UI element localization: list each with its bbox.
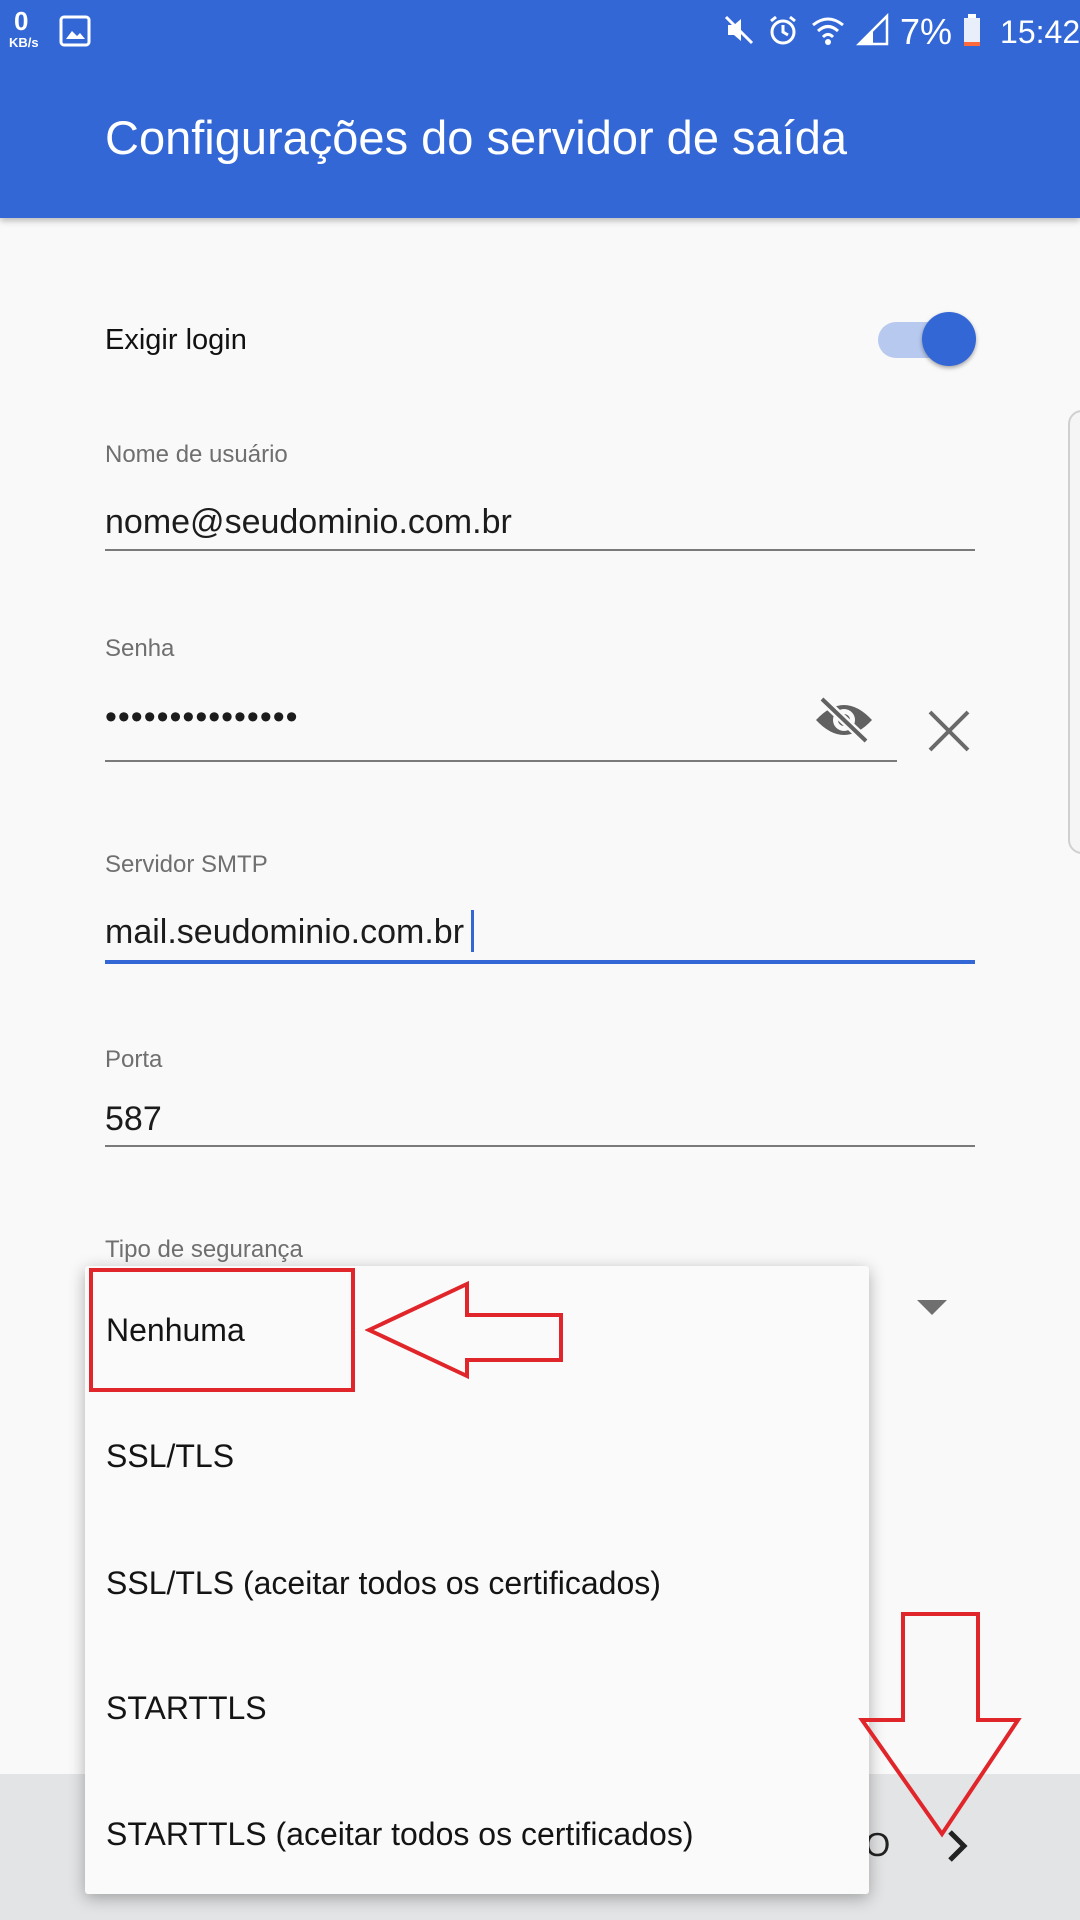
status-clock: 15:42	[1000, 13, 1080, 50]
password-input[interactable]: •••••••••••••••	[105, 695, 299, 739]
password-label: Senha	[105, 635, 175, 662]
username-label: Nome de usuário	[105, 441, 288, 468]
smtp-server-underline-focused	[105, 960, 975, 964]
mute-icon	[722, 13, 756, 52]
network-speed-unit: KB/s	[9, 35, 39, 50]
username-input[interactable]: nome@seudominio.com.br	[105, 500, 512, 544]
annotation-arrow-left-icon	[364, 1280, 565, 1385]
require-login-label: Exigir login	[105, 324, 247, 356]
network-speed-value: 0	[14, 6, 29, 36]
username-underline	[105, 549, 975, 551]
smtp-server-label: Servidor SMTP	[105, 851, 268, 878]
menu-option-ssl-tls[interactable]: SSL/TLS	[106, 1434, 234, 1478]
highlight-box	[89, 1268, 355, 1392]
port-label: Porta	[105, 1046, 163, 1073]
edge-panel-handle[interactable]	[1068, 410, 1080, 854]
smtp-server-input[interactable]: mail.seudominio.com.br	[105, 910, 464, 954]
alarm-icon	[766, 13, 800, 52]
visibility-off-icon[interactable]	[812, 695, 876, 750]
wifi-icon	[810, 13, 846, 52]
status-icons: 7% 15:42	[722, 8, 1080, 56]
page-title: Configurações do servidor de saída	[105, 111, 847, 164]
port-underline	[105, 1145, 975, 1147]
password-underline	[105, 760, 897, 762]
battery-percent: 7%	[900, 11, 953, 52]
clear-icon[interactable]	[926, 708, 972, 759]
require-login-toggle-thumb[interactable]	[922, 312, 976, 366]
security-type-label: Tipo de segurança	[105, 1236, 303, 1263]
annotation-arrow-down-icon	[858, 1610, 1024, 1845]
menu-option-ssl-tls-accept-all[interactable]: SSL/TLS (aceitar todos os certificados)	[106, 1561, 661, 1605]
gallery-icon	[58, 14, 92, 53]
signal-icon	[855, 12, 890, 52]
dropdown-arrow-icon[interactable]	[917, 1300, 947, 1315]
text-caret	[471, 910, 474, 952]
menu-option-starttls[interactable]: STARTTLS	[106, 1686, 267, 1730]
battery-icon	[962, 13, 982, 52]
menu-option-starttls-accept-all[interactable]: STARTTLS (aceitar todos os certificados)	[106, 1812, 693, 1856]
port-input[interactable]: 587	[105, 1097, 162, 1141]
